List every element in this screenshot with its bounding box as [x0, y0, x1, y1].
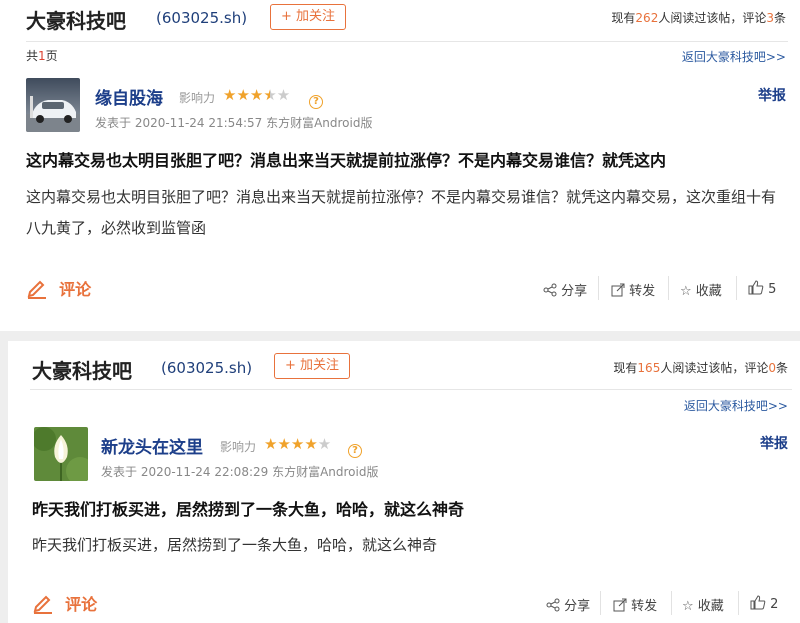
post-body: 这内幕交易也太明目张胆了吧？消息出来当天就提前拉涨停？不是内幕交易谁信？就凭这内…	[26, 188, 777, 237]
stock-code[interactable]: (603025.sh)	[161, 359, 252, 377]
star-outline-icon: ☆	[680, 284, 692, 299]
like-count: 2	[770, 597, 779, 612]
bar-title[interactable]: 大豪科技吧	[26, 5, 126, 34]
lotus-avatar-image	[34, 427, 88, 481]
thumbs-up-icon	[748, 280, 764, 295]
influence-label: 影响力	[179, 91, 216, 105]
divider	[30, 389, 792, 390]
like-count: 5	[768, 282, 777, 297]
action-divider	[668, 276, 669, 300]
pencil-icon	[27, 280, 46, 299]
influence-stars: ★★★★★	[223, 86, 290, 104]
comment-button[interactable]: 评论	[26, 276, 91, 300]
post-body: 昨天我们打板买进，居然捞到了一条大鱼，哈哈，就这么神奇	[32, 536, 438, 554]
forward-icon	[613, 598, 627, 612]
back-to-bar-link[interactable]: 返回大豪科技吧>>	[684, 397, 788, 414]
star-icon: ★★★	[223, 86, 264, 104]
action-divider	[738, 591, 739, 615]
favorite-button[interactable]: ☆ 收藏	[682, 595, 724, 614]
empty-star-icon: ★	[317, 435, 332, 453]
help-icon[interactable]: ?	[309, 95, 323, 109]
forward-button[interactable]: 转发	[613, 595, 657, 614]
action-divider	[598, 276, 599, 300]
help-icon[interactable]: ?	[348, 444, 362, 458]
follow-button[interactable]: + 加关注	[274, 353, 350, 379]
empty-star-icon: ★	[276, 86, 291, 104]
half-star-icon: ★	[263, 86, 277, 104]
star-outline-icon: ☆	[682, 599, 694, 614]
reader-count: 262	[635, 11, 659, 25]
action-divider	[736, 276, 737, 300]
share-button[interactable]: 分享	[546, 595, 590, 614]
report-link[interactable]: 举报	[760, 433, 788, 453]
share-icon	[546, 598, 560, 612]
username[interactable]: 新龙头在这里	[101, 433, 203, 458]
bar-title[interactable]: 大豪科技吧	[32, 355, 132, 384]
post-meta: 发表于 2020-11-24 22:08:29 东方财富Android版	[101, 465, 379, 479]
username[interactable]: 缘自股海	[95, 84, 163, 109]
car-avatar-image	[26, 78, 80, 132]
action-divider	[600, 591, 601, 615]
reader-count: 165	[637, 361, 661, 375]
influence-label: 影响力	[220, 440, 257, 454]
avatar[interactable]	[26, 78, 80, 132]
like-button[interactable]: 2	[750, 595, 778, 612]
pencil-icon	[33, 595, 52, 614]
comment-count: 3	[766, 11, 774, 25]
post-title[interactable]: 昨天我们打板买进，居然捞到了一条大鱼，哈哈，就这么神奇	[32, 496, 464, 520]
post-card-2: 大豪科技吧 (603025.sh) + 加关注 现有165人阅读过该帖，评论0条…	[8, 341, 800, 623]
report-link[interactable]: 举报	[758, 85, 786, 105]
stock-code[interactable]: (603025.sh)	[156, 9, 247, 27]
favorite-button[interactable]: ☆ 收藏	[680, 280, 722, 299]
thumbs-up-icon	[750, 595, 766, 610]
divider	[26, 41, 788, 42]
read-stats: 现有165人阅读过该帖，评论0条	[613, 361, 788, 375]
action-divider	[671, 591, 672, 615]
post-meta: 发表于 2020-11-24 21:54:57 东方财富Android版	[95, 116, 373, 130]
comment-count: 0	[768, 361, 776, 375]
share-button[interactable]: 分享	[543, 280, 587, 299]
star-icon: ★★★★	[264, 435, 318, 453]
post-card-1: 大豪科技吧 (603025.sh) + 加关注 现有262人阅读过该帖，评论3条…	[0, 0, 800, 331]
influence-stars: ★★★★★	[264, 435, 331, 453]
comment-label: 评论	[65, 595, 98, 614]
avatar[interactable]	[34, 427, 88, 481]
comment-label: 评论	[59, 280, 92, 299]
page-info: 共1页	[26, 49, 58, 63]
back-to-bar-link[interactable]: 返回大豪科技吧>>	[682, 48, 786, 65]
post-title[interactable]: 这内幕交易也太明目张胆了吧？消息出来当天就提前拉涨停？不是内幕交易谁信？就凭这内	[26, 147, 666, 171]
follow-button[interactable]: + 加关注	[270, 4, 346, 30]
share-icon	[543, 283, 557, 297]
like-button[interactable]: 5	[748, 280, 776, 297]
forward-button[interactable]: 转发	[611, 280, 655, 299]
read-stats: 现有262人阅读过该帖，评论3条	[611, 11, 786, 25]
forward-icon	[611, 283, 625, 297]
comment-button[interactable]: 评论	[32, 591, 97, 615]
